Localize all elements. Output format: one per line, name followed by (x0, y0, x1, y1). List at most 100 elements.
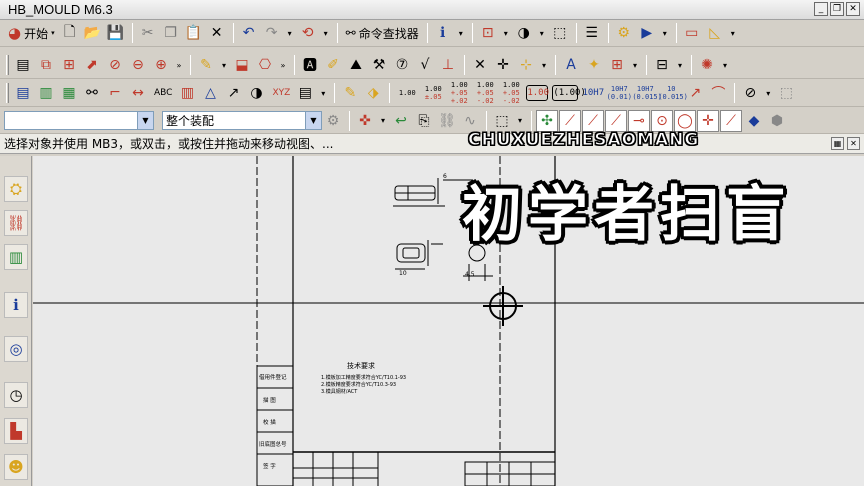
undo-selection-icon[interactable]: ↩ (390, 110, 412, 132)
motion-icon[interactable]: ▶ (636, 22, 658, 44)
stacked-dim-icon[interactable]: ▥ (35, 82, 57, 104)
boundary-overflow-icon[interactable]: » (277, 54, 289, 76)
diameter-icon[interactable]: ⊘ (739, 82, 761, 104)
parts-list-icon[interactable]: ⊟ (651, 54, 673, 76)
minimize-button[interactable]: _ (814, 2, 828, 16)
text-style-icon[interactable]: A (560, 54, 582, 76)
wave-icon[interactable]: ∿ (459, 110, 481, 132)
endpoint-snap-icon[interactable]: ⟋ (559, 109, 581, 132)
rectangle-select-icon[interactable]: ⬚ (491, 110, 513, 132)
diameter-dropdown-icon[interactable]: ▾ (762, 82, 774, 104)
render-style-icon[interactable]: ◑ (513, 22, 535, 44)
save-icon[interactable]: 💾 (105, 22, 127, 44)
note-dropdown-icon[interactable]: ▾ (317, 82, 329, 104)
feature-dim-icon[interactable]: ⌐ (104, 82, 126, 104)
centerline-icon[interactable]: ✕ (469, 54, 491, 76)
analysis-icon[interactable]: ⚙ (613, 22, 635, 44)
existing-point-snap-icon[interactable]: ✛ (697, 109, 719, 132)
orient-view-icon[interactable]: ⬚ (549, 22, 571, 44)
select-all-icon[interactable]: ⚙ (322, 110, 344, 132)
surface-finish-icon[interactable]: ⛰ (345, 54, 367, 76)
close-button[interactable]: ✕ (846, 2, 860, 16)
select-dropdown-icon[interactable]: ▾ (514, 110, 526, 132)
horizontal-dim-icon[interactable]: ↔ (127, 82, 149, 104)
center-mark-icon[interactable]: ✛ (492, 54, 514, 76)
triangle-icon[interactable]: △ (199, 82, 221, 104)
tolerance-none[interactable]: 1.00 (394, 89, 420, 97)
baseline-dim-icon[interactable]: ⚯ (81, 82, 103, 104)
assembly-navigator-icon[interactable]: ⛭ (4, 176, 28, 202)
views-overflow-icon[interactable]: » (173, 54, 185, 76)
update-view-icon[interactable]: ✎ (195, 54, 217, 76)
tolerance-bilateral[interactable]: 1.00 ±.05 (420, 85, 446, 101)
undo-icon[interactable]: ↶ (238, 22, 260, 44)
bolt-circle-icon[interactable]: ⊹ (515, 54, 537, 76)
roles-icon[interactable]: ☻ (4, 454, 28, 480)
tolerance-basic[interactable]: 1.00 (526, 85, 549, 101)
new-file-icon[interactable]: 🗋 (59, 22, 81, 44)
projected-view-icon[interactable]: ⊞ (58, 54, 80, 76)
constraint-navigator-icon[interactable]: ⛓ (4, 210, 28, 236)
palette-icon[interactable]: ▙ (4, 418, 28, 444)
tolerance-fit-limits[interactable]: 10H7 (0.01) (606, 85, 632, 101)
ordinate-icon[interactable]: ▤ (12, 82, 34, 104)
part-navigator-icon[interactable]: ▥ (4, 244, 28, 270)
table-dropdown-icon[interactable]: ▾ (629, 54, 641, 76)
tolerance-unilateral-below[interactable]: 1.00 +.05 -.02 (498, 81, 524, 105)
close-prompt-icon[interactable]: ✕ (847, 137, 860, 150)
half-section-icon[interactable]: ⊖ (127, 54, 149, 76)
revolved-section-icon[interactable]: ⊕ (150, 54, 172, 76)
drawing-sheet-icon[interactable]: ▤ (12, 54, 34, 76)
delete-icon[interactable]: ✕ (206, 22, 228, 44)
tolerance-fit-limits-2[interactable]: 10H7 (0.015) (632, 85, 662, 101)
copy-icon[interactable]: ❐ (160, 22, 182, 44)
centerline-dropdown-icon[interactable]: ▾ (538, 54, 550, 76)
restore-button[interactable]: ❐ (830, 2, 844, 16)
face-snap-icon[interactable]: ◆ (743, 110, 765, 132)
section-view-icon[interactable]: ⊘ (104, 54, 126, 76)
link-icon[interactable]: ⛓ (436, 110, 458, 132)
toolbar3-overflow-icon[interactable]: ⬚ (775, 82, 797, 104)
snap-dropdown-icon[interactable]: ▾ (377, 110, 389, 132)
edit-dim-icon[interactable]: ✎ (339, 82, 361, 104)
tolerance-fit[interactable]: 10H7 (580, 89, 606, 98)
repeat-dropdown-icon[interactable]: ▾ (320, 22, 332, 44)
expand-icon[interactable]: ▦ (831, 137, 844, 150)
tolerance-unilateral-above[interactable]: 1.00 +.05 -.02 (472, 81, 498, 105)
cube-icon[interactable]: ⬢ (766, 110, 788, 132)
chain-dim-icon[interactable]: ▦ (58, 82, 80, 104)
roughness-icon[interactable]: √ (414, 54, 436, 76)
abc-text-button[interactable]: ABC (150, 82, 176, 104)
motion-dropdown-icon[interactable]: ▾ (659, 22, 671, 44)
datum-target-icon[interactable]: ⊥ (437, 54, 459, 76)
fit-view-icon[interactable]: ⊡ (477, 22, 499, 44)
web-browser-icon[interactable]: ℹ (4, 292, 28, 318)
paste-icon[interactable]: 📋 (183, 22, 205, 44)
open-folder-icon[interactable]: 📂 (82, 22, 104, 44)
id-symbol-icon[interactable]: ⑦ (391, 54, 413, 76)
tolerance-reference[interactable]: (1.00) (552, 85, 586, 101)
view-dropdown-icon[interactable]: ▾ (500, 22, 512, 44)
arc-center-snap-icon[interactable]: ⊙ (651, 109, 673, 132)
quadrant-snap-icon[interactable]: ◯ (674, 109, 696, 132)
undo-dropdown-icon[interactable]: ▾ (284, 22, 296, 44)
leader-icon[interactable]: ↗ (222, 82, 244, 104)
toolbar2-overflow-icon[interactable]: ▾ (719, 54, 731, 76)
weld-symbol-icon[interactable]: ⚒ (368, 54, 390, 76)
tolerance-bilateral-two-line[interactable]: 1.00 +.05 +.02 (446, 81, 472, 105)
render-dropdown-icon[interactable]: ▾ (536, 22, 548, 44)
annotation-edit-icon[interactable]: ✐ (322, 54, 344, 76)
view-style-icon[interactable]: ⬓ (231, 54, 253, 76)
update-dropdown-icon[interactable]: ▾ (218, 54, 230, 76)
clock-icon[interactable]: ◷ (4, 382, 28, 408)
command-finder-button[interactable]: ⚯ 命令查找器 (342, 22, 423, 44)
note-icon[interactable]: ▤ (294, 82, 316, 104)
layer-settings-icon[interactable]: ☰ (581, 22, 603, 44)
repeat-command-icon[interactable]: ⟲ (297, 22, 319, 44)
view-boundary-icon[interactable]: ⎔ (254, 54, 276, 76)
cut-icon[interactable]: ✂ (137, 22, 159, 44)
control-point-snap-icon[interactable]: ⟋ (605, 109, 627, 132)
snap-toggle-icon[interactable]: ✣ (536, 109, 558, 132)
intersection-snap-icon[interactable]: ⊸ (628, 109, 650, 132)
settings-gear-icon[interactable]: ✺ (696, 54, 718, 76)
